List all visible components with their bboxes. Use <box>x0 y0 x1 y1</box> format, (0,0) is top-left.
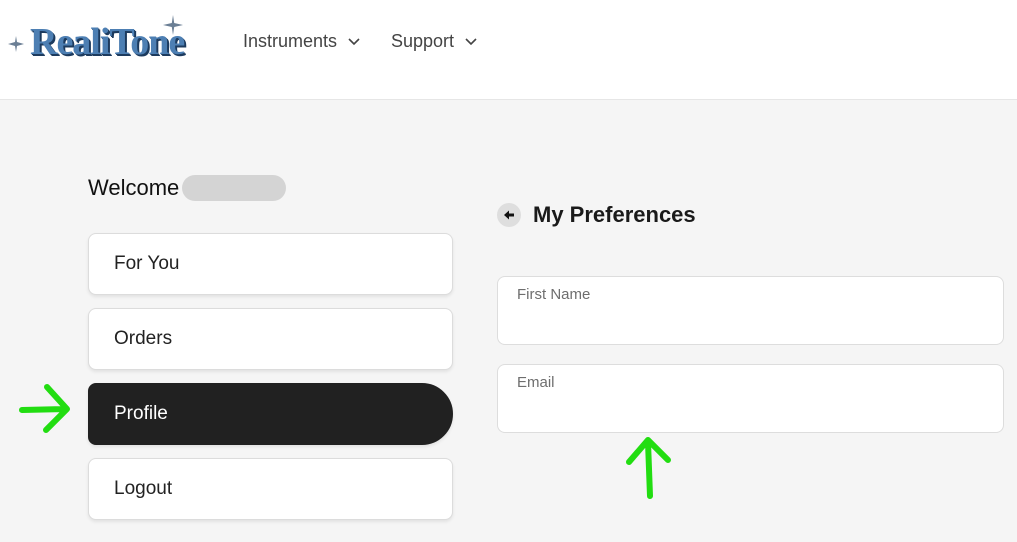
first-name-label: First Name <box>517 286 591 303</box>
email-input[interactable] <box>517 397 984 415</box>
first-name-field[interactable]: First Name <box>497 276 1004 345</box>
back-button[interactable] <box>497 203 521 227</box>
sidebar-item-logout[interactable]: Logout <box>88 458 453 520</box>
nav-instruments-label: Instruments <box>243 30 338 51</box>
redacted-username <box>182 175 287 201</box>
logo-text: RealiTone <box>30 21 185 63</box>
first-name-input[interactable] <box>517 309 984 327</box>
sidebar-item-for-you[interactable]: For You <box>88 233 453 295</box>
realitone-logo[interactable]: RealiTone <box>6 14 196 70</box>
preferences-header: My Preferences <box>497 202 696 228</box>
email-field[interactable]: Email <box>497 364 1004 433</box>
welcome-greeting: Welcome <box>88 175 287 201</box>
welcome-label: Welcome <box>88 175 180 200</box>
sidebar-item-label: For You <box>114 253 180 274</box>
nav-support[interactable]: Support <box>391 30 478 52</box>
annotation-arrow-right-icon <box>19 384 70 433</box>
site-header: RealiTone Instruments Support <box>0 0 1017 100</box>
nav-support-label: Support <box>391 30 455 51</box>
page-title: My Preferences <box>533 202 696 227</box>
chevron-down-icon <box>465 38 477 46</box>
arrow-left-icon <box>504 210 514 220</box>
sidebar-item-profile[interactable]: Profile <box>88 383 453 445</box>
email-label: Email <box>517 374 555 391</box>
chevron-down-icon <box>348 38 360 46</box>
sidebar-item-label: Orders <box>114 328 173 349</box>
sidebar-item-orders[interactable]: Orders <box>88 308 453 370</box>
nav-instruments[interactable]: Instruments <box>243 30 361 52</box>
logo-star-icon <box>8 36 24 52</box>
annotation-arrow-up-icon <box>626 437 671 499</box>
sidebar-item-label: Logout <box>114 478 173 499</box>
sidebar-item-label: Profile <box>114 403 168 424</box>
